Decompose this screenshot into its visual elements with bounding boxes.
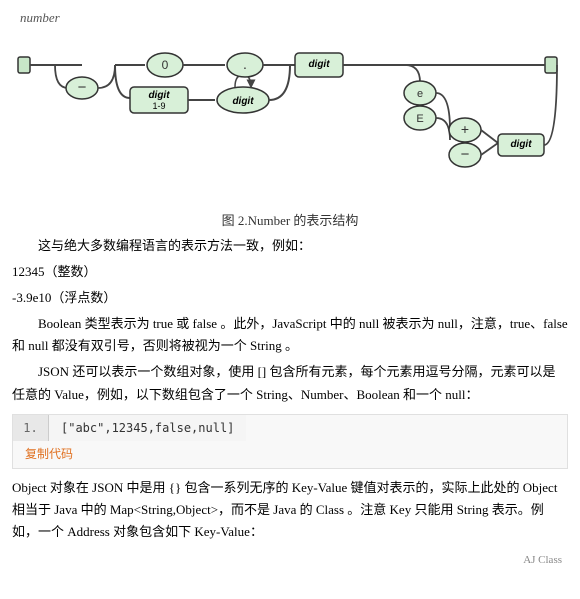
diagram-title-label: number <box>20 10 570 26</box>
code-content: ["abc",12345,false,null] <box>49 415 246 441</box>
svg-text:0: 0 <box>162 58 169 72</box>
svg-text:digit: digit <box>308 59 330 70</box>
svg-text:E: E <box>416 113 423 125</box>
svg-text:+: + <box>461 121 469 137</box>
intro-text: 这与绝大多数编程语言的表示方法一致，例如： <box>38 238 311 253</box>
object-text: Object 对象在 JSON 中是用 {} 包含一系列无序的 Key-Valu… <box>12 480 557 539</box>
array-paragraph: JSON 还可以表示一个数组对象，使用 [] 包含所有元素，每个元素用逗号分隔，… <box>12 361 568 405</box>
railroad-diagram: − 0 . digit digit 1-9 <box>10 30 570 195</box>
railroad-diagram-clean: − 0 digit 1-9 digit <box>10 30 570 190</box>
intro-paragraph: 这与绝大多数编程语言的表示方法一致，例如： <box>12 235 568 257</box>
svg-text:−: − <box>461 146 470 163</box>
line-number: 1. <box>13 415 49 441</box>
example-integer: 12345（整数） <box>12 261 568 283</box>
example-integer-text: 12345（整数） <box>12 264 97 279</box>
svg-text:e: e <box>417 88 423 100</box>
footer-label: AJ Class <box>515 550 570 570</box>
array-text: JSON 还可以表示一个数组对象，使用 [] 包含所有元素，每个元素用逗号分隔，… <box>12 364 555 401</box>
boolean-paragraph: Boolean 类型表示为 true 或 false 。此外，JavaScrip… <box>12 313 568 357</box>
footer: AJ Class <box>0 547 580 571</box>
svg-text:digit: digit <box>510 139 532 150</box>
object-paragraph: Object 对象在 JSON 中是用 {} 包含一系列无序的 Key-Valu… <box>12 477 568 543</box>
example-float-text: -3.9e10（浮点数） <box>12 290 116 305</box>
content-section: 图 2.Number 的表示结构 这与绝大多数编程语言的表示方法一致，例如： 1… <box>0 210 580 543</box>
code-line: 1. ["abc",12345,false,null] <box>13 415 567 441</box>
svg-text:1-9: 1-9 <box>152 101 165 111</box>
diagram-section: number − 0 . <box>0 0 580 200</box>
svg-text:digit: digit <box>148 90 170 101</box>
boolean-text: Boolean 类型表示为 true 或 false 。此外，JavaScrip… <box>12 316 568 353</box>
copy-button[interactable]: 复制代码 <box>13 441 85 468</box>
figure-caption: 图 2.Number 的表示结构 <box>12 210 568 229</box>
svg-text:.: . <box>243 56 247 72</box>
code-block: 1. ["abc",12345,false,null] 复制代码 <box>12 414 568 469</box>
svg-text:−: − <box>78 79 87 96</box>
svg-text:digit: digit <box>232 96 254 107</box>
example-float: -3.9e10（浮点数） <box>12 287 568 309</box>
